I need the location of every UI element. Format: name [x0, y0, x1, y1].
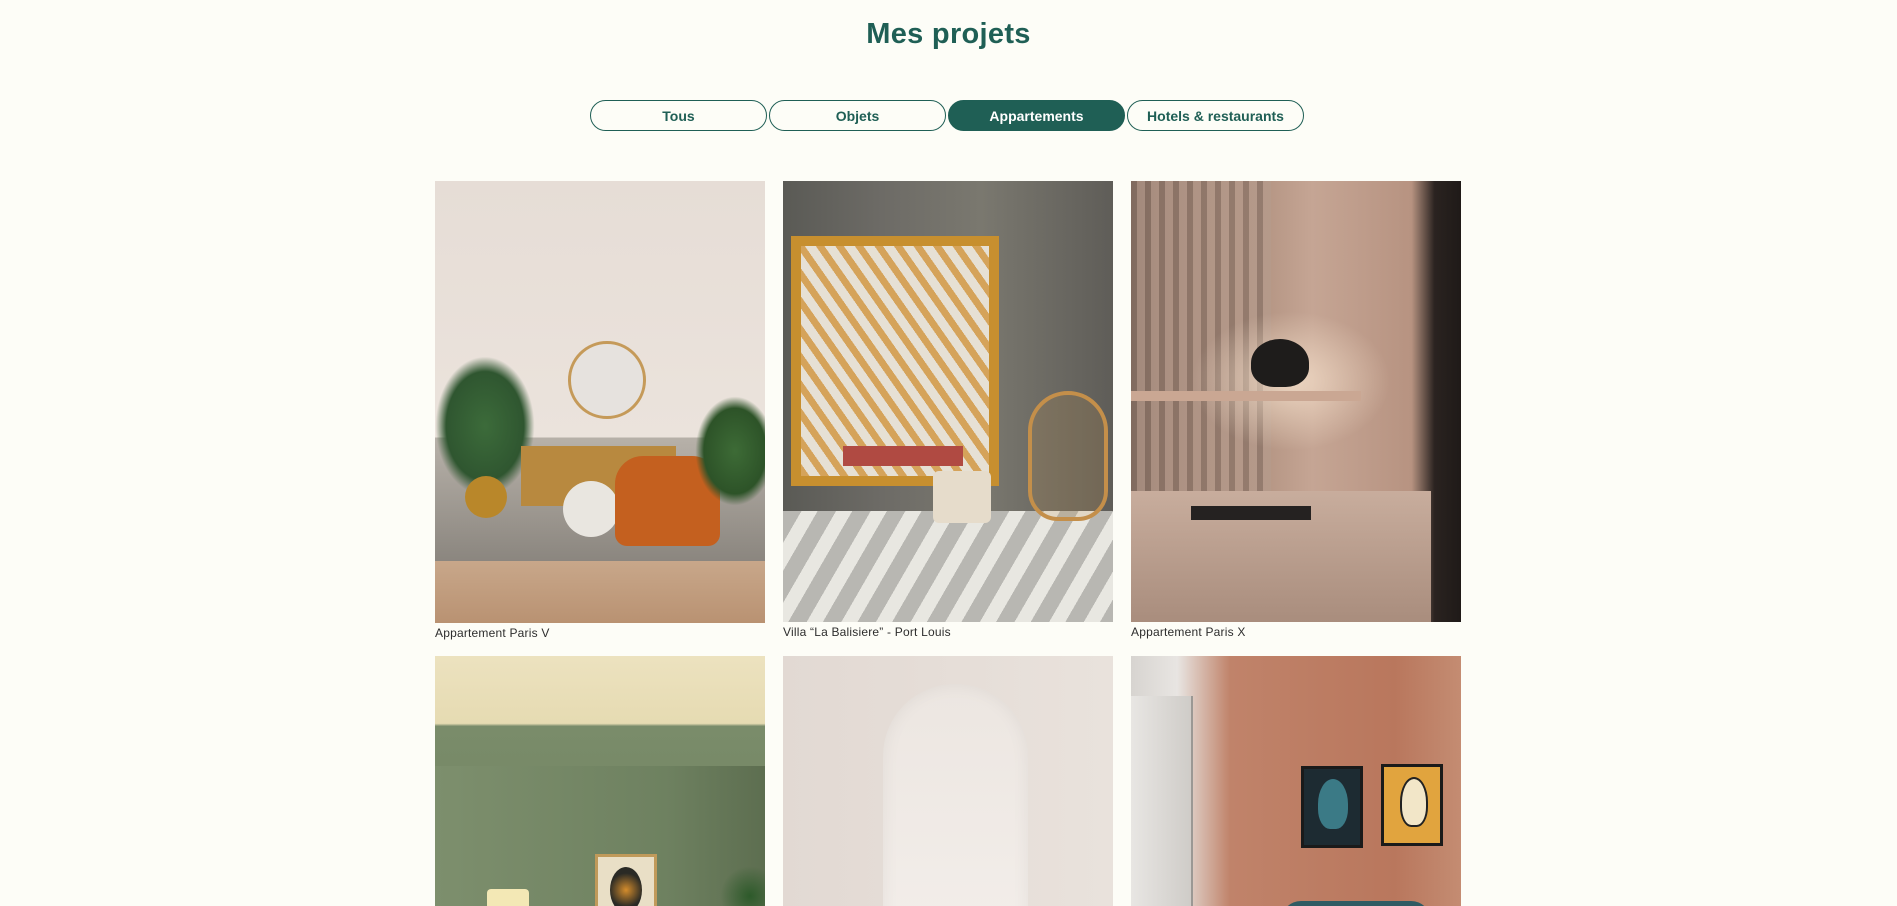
project-card[interactable]: Appartement Paris X	[1131, 181, 1461, 639]
project-photo[interactable]	[1131, 656, 1461, 906]
project-card[interactable]	[783, 656, 1113, 906]
project-card[interactable]: Appartement Paris V	[435, 181, 765, 640]
project-card[interactable]: Villa “La Balisiere” - Port Louis	[783, 181, 1113, 639]
project-photo[interactable]	[783, 656, 1113, 906]
page: Mes projets Tous Objets Appartements Hot…	[0, 0, 1897, 906]
project-caption[interactable]: Villa “La Balisiere” - Port Louis	[783, 625, 1113, 639]
filter-appartements-button[interactable]: Appartements	[948, 100, 1125, 131]
project-photo[interactable]	[1131, 181, 1461, 622]
filter-hotels-restaurants-button[interactable]: Hotels & restaurants	[1127, 100, 1304, 131]
project-card[interactable]	[435, 656, 765, 906]
project-photo[interactable]	[783, 181, 1113, 622]
filter-tous-button[interactable]: Tous	[590, 100, 767, 131]
filter-objets-button[interactable]: Objets	[769, 100, 946, 131]
project-photo[interactable]	[435, 656, 765, 906]
project-card[interactable]	[1131, 656, 1461, 906]
filter-bar: Tous Objets Appartements Hotels & restau…	[590, 100, 1304, 131]
page-title: Mes projets	[866, 18, 1031, 50]
project-photo[interactable]	[435, 181, 765, 623]
project-caption[interactable]: Appartement Paris X	[1131, 625, 1461, 639]
project-caption[interactable]: Appartement Paris V	[435, 626, 765, 640]
